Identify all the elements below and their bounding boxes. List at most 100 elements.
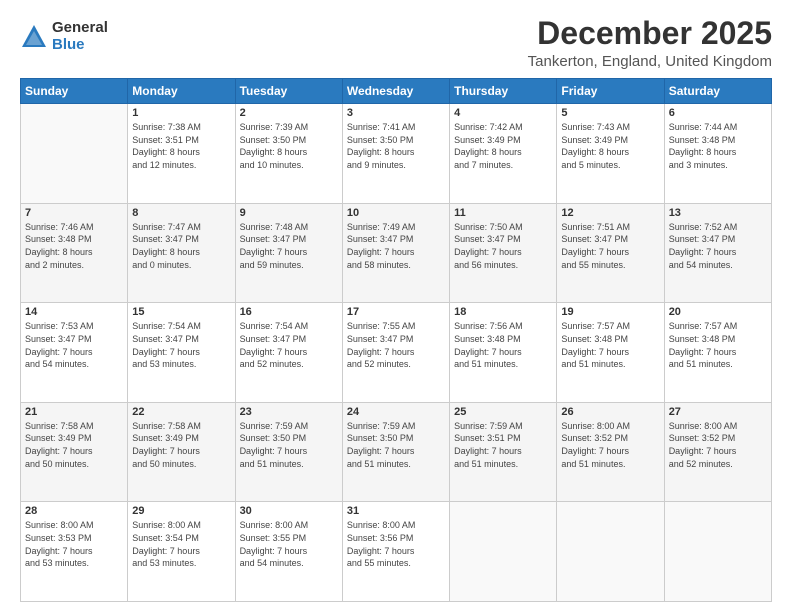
calendar-week-row: 28 Sunrise: 8:00 AMSunset: 3:53 PMDayligh…	[21, 502, 772, 602]
day-number: 15	[132, 306, 230, 318]
table-row: 1 Sunrise: 7:38 AMSunset: 3:51 PMDaylight…	[128, 104, 235, 204]
cell-content: Sunrise: 7:38 AMSunset: 3:51 PMDaylight:…	[132, 121, 230, 171]
table-row: 6 Sunrise: 7:44 AMSunset: 3:48 PMDaylight…	[664, 104, 771, 204]
table-row	[21, 104, 128, 204]
cell-content: Sunrise: 7:41 AMSunset: 3:50 PMDaylight:…	[347, 121, 445, 171]
day-number: 17	[347, 306, 445, 318]
cell-content: Sunrise: 7:42 AMSunset: 3:49 PMDaylight:…	[454, 121, 552, 171]
cell-content: Sunrise: 7:39 AMSunset: 3:50 PMDaylight:…	[240, 121, 338, 171]
cell-content: Sunrise: 8:00 AMSunset: 3:54 PMDaylight:…	[132, 519, 230, 569]
table-row: 15Sunrise: 7:54 AMSunset: 3:47 PMDayligh…	[128, 303, 235, 403]
day-number: 19	[561, 306, 659, 318]
logo-icon	[20, 23, 48, 51]
day-number: 13	[669, 207, 767, 219]
table-row: 29Sunrise: 8:00 AMSunset: 3:54 PMDayligh…	[128, 502, 235, 602]
cell-content: Sunrise: 7:59 AMSunset: 3:50 PMDaylight:…	[347, 420, 445, 470]
cell-content: Sunrise: 8:00 AMSunset: 3:53 PMDaylight:…	[25, 519, 123, 569]
table-row: 22 Sunrise: 7:58 AMSunset: 3:49 PMDayligh…	[128, 402, 235, 502]
day-number: 30	[240, 505, 338, 517]
day-number: 20	[669, 306, 767, 318]
day-number: 21	[25, 406, 123, 418]
title-block: December 2025 Tankerton, England, United…	[528, 16, 772, 70]
table-row: 20 Sunrise: 7:57 AMSunset: 3:48 PMDayligh…	[664, 303, 771, 403]
day-number: 10	[347, 207, 445, 219]
table-row: 28 Sunrise: 8:00 AMSunset: 3:53 PMDayligh…	[21, 502, 128, 602]
day-number: 4	[454, 107, 552, 119]
col-tuesday: Tuesday	[235, 79, 342, 104]
col-friday: Friday	[557, 79, 664, 104]
day-number: 28	[25, 505, 123, 517]
cell-content: Sunrise: 7:58 AMSunset: 3:49 PMDaylight:…	[25, 420, 123, 470]
cell-content: Sunrise: 7:54 AMSunset: 3:47 PMDaylight:…	[240, 320, 338, 370]
logo: General Blue	[20, 20, 108, 53]
col-monday: Monday	[128, 79, 235, 104]
table-row: 30 Sunrise: 8:00 AMSunset: 3:55 PMDayligh…	[235, 502, 342, 602]
col-thursday: Thursday	[450, 79, 557, 104]
table-row: 26 Sunrise: 8:00 AMSunset: 3:52 PMDayligh…	[557, 402, 664, 502]
table-row: 25 Sunrise: 7:59 AMSunset: 3:51 PMDayligh…	[450, 402, 557, 502]
cell-content: Sunrise: 7:51 AMSunset: 3:47 PMDaylight:…	[561, 221, 659, 271]
table-row: 12 Sunrise: 7:51 AMSunset: 3:47 PMDayligh…	[557, 203, 664, 303]
table-row: 17 Sunrise: 7:55 AMSunset: 3:47 PMDayligh…	[342, 303, 449, 403]
day-number: 31	[347, 505, 445, 517]
day-number: 26	[561, 406, 659, 418]
table-row: 2Sunrise: 7:39 AMSunset: 3:50 PMDaylight…	[235, 104, 342, 204]
table-row	[450, 502, 557, 602]
table-row: 27 Sunrise: 8:00 AMSunset: 3:52 PMDayligh…	[664, 402, 771, 502]
day-number: 25	[454, 406, 552, 418]
day-number: 7	[25, 207, 123, 219]
day-number: 6	[669, 107, 767, 119]
logo-general: General	[52, 20, 108, 37]
table-row	[557, 502, 664, 602]
main-title: December 2025	[528, 16, 772, 51]
cell-content: Sunrise: 7:57 AMSunset: 3:48 PMDaylight:…	[669, 320, 767, 370]
day-number: 22	[132, 406, 230, 418]
cell-content: Sunrise: 7:55 AMSunset: 3:47 PMDaylight:…	[347, 320, 445, 370]
cell-content: Sunrise: 7:49 AMSunset: 3:47 PMDaylight:…	[347, 221, 445, 271]
cell-content: Sunrise: 7:59 AMSunset: 3:51 PMDaylight:…	[454, 420, 552, 470]
day-number: 18	[454, 306, 552, 318]
day-number: 9	[240, 207, 338, 219]
day-number: 11	[454, 207, 552, 219]
table-row: 31Sunrise: 8:00 AMSunset: 3:56 PMDayligh…	[342, 502, 449, 602]
table-row: 24 Sunrise: 7:59 AMSunset: 3:50 PMDayligh…	[342, 402, 449, 502]
day-number: 5	[561, 107, 659, 119]
header: General Blue December 2025 Tankerton, En…	[20, 16, 772, 70]
calendar-table: Sunday Monday Tuesday Wednesday Thursday…	[20, 78, 772, 602]
subtitle: Tankerton, England, United Kingdom	[528, 53, 772, 70]
table-row: 7 Sunrise: 7:46 AMSunset: 3:48 PMDaylight…	[21, 203, 128, 303]
cell-content: Sunrise: 7:56 AMSunset: 3:48 PMDaylight:…	[454, 320, 552, 370]
cell-content: Sunrise: 7:48 AMSunset: 3:47 PMDaylight:…	[240, 221, 338, 271]
table-row: 3 Sunrise: 7:41 AMSunset: 3:50 PMDaylight…	[342, 104, 449, 204]
logo-text: General Blue	[52, 20, 108, 53]
col-saturday: Saturday	[664, 79, 771, 104]
day-number: 24	[347, 406, 445, 418]
cell-content: Sunrise: 7:46 AMSunset: 3:48 PMDaylight:…	[25, 221, 123, 271]
day-number: 12	[561, 207, 659, 219]
table-row: 14 Sunrise: 7:53 AMSunset: 3:47 PMDayligh…	[21, 303, 128, 403]
cell-content: Sunrise: 7:52 AMSunset: 3:47 PMDaylight:…	[669, 221, 767, 271]
calendar-header-row: Sunday Monday Tuesday Wednesday Thursday…	[21, 79, 772, 104]
cell-content: Sunrise: 7:47 AMSunset: 3:47 PMDaylight:…	[132, 221, 230, 271]
day-number: 16	[240, 306, 338, 318]
calendar-week-row: 14 Sunrise: 7:53 AMSunset: 3:47 PMDayligh…	[21, 303, 772, 403]
table-row: 19Sunrise: 7:57 AMSunset: 3:48 PMDayligh…	[557, 303, 664, 403]
logo-blue: Blue	[52, 37, 108, 54]
table-row: 9 Sunrise: 7:48 AMSunset: 3:47 PMDaylight…	[235, 203, 342, 303]
day-number: 27	[669, 406, 767, 418]
cell-content: Sunrise: 8:00 AMSunset: 3:52 PMDaylight:…	[669, 420, 767, 470]
cell-content: Sunrise: 7:50 AMSunset: 3:47 PMDaylight:…	[454, 221, 552, 271]
cell-content: Sunrise: 7:44 AMSunset: 3:48 PMDaylight:…	[669, 121, 767, 171]
day-number: 14	[25, 306, 123, 318]
cell-content: Sunrise: 7:53 AMSunset: 3:47 PMDaylight:…	[25, 320, 123, 370]
day-number: 1	[132, 107, 230, 119]
cell-content: Sunrise: 8:00 AMSunset: 3:52 PMDaylight:…	[561, 420, 659, 470]
day-number: 3	[347, 107, 445, 119]
cell-content: Sunrise: 7:58 AMSunset: 3:49 PMDaylight:…	[132, 420, 230, 470]
day-number: 8	[132, 207, 230, 219]
cell-content: Sunrise: 7:43 AMSunset: 3:49 PMDaylight:…	[561, 121, 659, 171]
table-row: 4 Sunrise: 7:42 AMSunset: 3:49 PMDaylight…	[450, 104, 557, 204]
table-row	[664, 502, 771, 602]
page: General Blue December 2025 Tankerton, En…	[0, 0, 792, 612]
cell-content: Sunrise: 8:00 AMSunset: 3:55 PMDaylight:…	[240, 519, 338, 569]
